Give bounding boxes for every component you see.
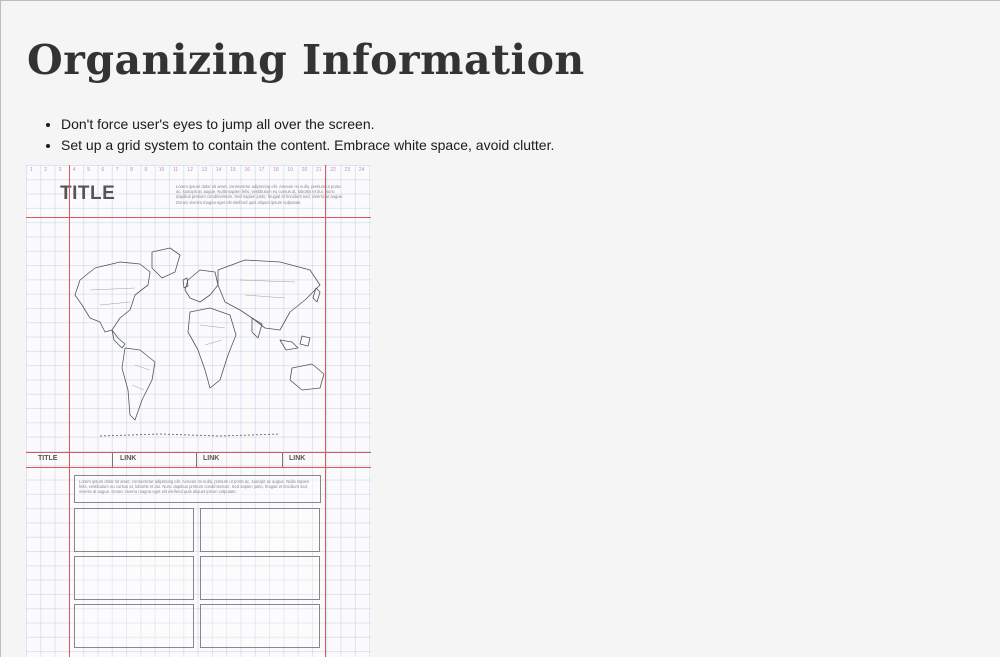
- figure-nav-link: LINK: [120, 455, 137, 462]
- column-number: 4: [72, 167, 76, 173]
- figure-text-block: Lorem ipsum dolor sit amet, consectetur …: [74, 475, 321, 503]
- figure-nav-title: TITLE: [38, 455, 58, 462]
- grid-layout-figure: 1 2 3 4 5 6 7 8 9 10 11 12 13 14 15 16 17 18 19 20 21 22 23 24 …: [26, 165, 371, 657]
- figure-nav-bar: TITLE LINK LINK LINK: [26, 453, 371, 467]
- bullet-item: Don't force user's eyes to jump all over…: [61, 114, 554, 135]
- column-number: 22: [330, 167, 336, 173]
- column-number: 15: [230, 167, 236, 173]
- column-number: 12: [187, 167, 193, 173]
- column-number: 18: [273, 167, 279, 173]
- content-box: [74, 508, 194, 552]
- world-map-image: [74, 247, 325, 437]
- column-number: 5: [87, 167, 90, 173]
- column-number: 11: [173, 167, 179, 173]
- content-box: [74, 556, 194, 600]
- column-number: 13: [201, 167, 208, 173]
- nav-divider: [196, 453, 197, 467]
- content-box: [200, 508, 320, 552]
- column-numbers: 1 2 3 4 5 6 7 8 9 10 11 12 13 14 15 16 17 18 19 20 21 22 23 24: [26, 167, 371, 175]
- column-number: 21: [316, 167, 322, 173]
- figure-nav-link: LINK: [289, 455, 306, 462]
- slide-title: Organizing Information: [27, 36, 585, 84]
- column-number: 3: [58, 167, 62, 173]
- guide-line-horizontal: [26, 217, 371, 218]
- figure-body-text: Lorem ipsum dolor sit amet, consectetur …: [79, 479, 310, 494]
- content-box: [200, 604, 320, 648]
- content-box: [74, 604, 194, 648]
- column-number: 17: [258, 167, 265, 173]
- column-number: 6: [101, 167, 105, 173]
- nav-divider: [282, 453, 283, 467]
- column-number: 10: [158, 167, 165, 173]
- column-number: 2: [44, 167, 48, 173]
- figure-intro-text: Lorem ipsum dolor sit amet, consectetur …: [176, 184, 344, 205]
- column-number: 19: [287, 167, 293, 173]
- guide-line-horizontal: [26, 467, 371, 468]
- bullet-list: Don't force user's eyes to jump all over…: [42, 114, 554, 156]
- column-number: 1: [30, 167, 33, 173]
- column-number: 14: [215, 167, 222, 173]
- column-number: 20: [301, 167, 308, 173]
- figure-nav-link: LINK: [203, 455, 220, 462]
- column-number: 9: [144, 167, 148, 173]
- column-number: 16: [244, 167, 251, 173]
- window-border-top: [0, 0, 1000, 1]
- column-number: 24: [358, 167, 365, 173]
- column-number: 23: [344, 167, 351, 173]
- nav-divider: [112, 453, 113, 467]
- column-number: 7: [115, 167, 119, 173]
- window-border-left: [0, 0, 1, 657]
- content-box: [200, 556, 320, 600]
- bullet-item: Set up a grid system to contain the cont…: [61, 135, 554, 156]
- column-number: 8: [130, 167, 133, 173]
